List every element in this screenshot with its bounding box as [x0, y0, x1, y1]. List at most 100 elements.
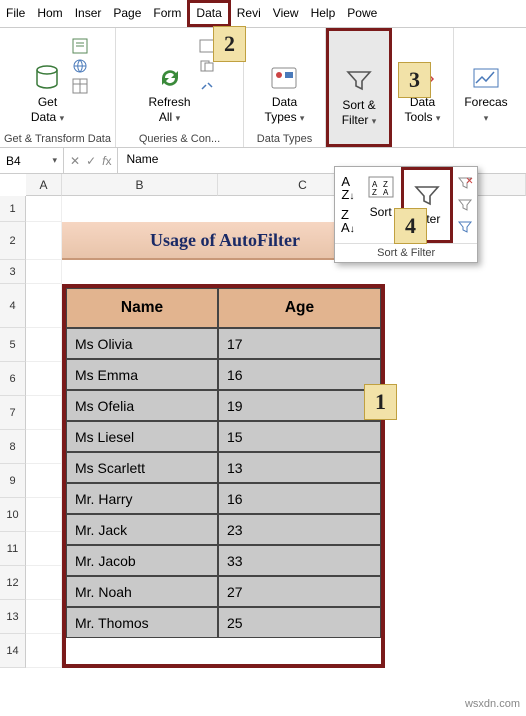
group-data-types: Data Types ▾ Data Types	[244, 28, 326, 147]
cell-name: Mr. Noah	[66, 576, 218, 607]
sort-filter-button[interactable]: Sort & Filter ▾	[338, 37, 381, 129]
header-age[interactable]: Age	[218, 288, 381, 328]
cell-age: 13	[218, 452, 381, 483]
table-row[interactable]: Mr. Jack23	[66, 514, 381, 545]
menu-help[interactable]: Help	[305, 0, 342, 27]
row-head[interactable]: 6	[0, 362, 26, 396]
row-head[interactable]: 2	[0, 222, 26, 260]
menu-home[interactable]: Hom	[31, 0, 68, 27]
menu-page[interactable]: Page	[107, 0, 147, 27]
cell-age: 17	[218, 328, 381, 359]
col-b[interactable]: B	[62, 174, 218, 196]
forecast-label: Forecas▾	[464, 95, 507, 124]
from-table-icon[interactable]	[72, 78, 88, 94]
sort-asc-icon[interactable]: AZ↓	[341, 175, 354, 202]
data-types-icon	[269, 61, 299, 95]
cell-name: Ms Liesel	[66, 421, 218, 452]
table-row[interactable]: Ms Liesel15	[66, 421, 381, 452]
menu-data[interactable]: Data	[187, 0, 230, 27]
reapply-icon[interactable]	[457, 197, 473, 213]
cell-name: Ms Olivia	[66, 328, 218, 359]
funnel-icon	[346, 64, 372, 98]
data-tools-label: Data Tools ▾	[405, 95, 441, 124]
rows: 1 2 Usage of AutoFilter 3 4 5 6 7 8 9 10…	[0, 196, 526, 668]
fx-icon[interactable]: fx	[102, 154, 111, 168]
table-row[interactable]: Mr. Jacob33	[66, 545, 381, 576]
table-row[interactable]: Mr. Thomos25	[66, 607, 381, 638]
get-transform-small	[72, 34, 88, 94]
group-get-transform: Get Data ▾ Get & Transform Data	[0, 28, 116, 147]
ribbon: Get Data ▾ Get & Transform Data Refresh …	[0, 28, 526, 148]
menu-view[interactable]: View	[267, 0, 305, 27]
svg-text:Z: Z	[372, 188, 377, 197]
sort-desc-icon[interactable]: ZA↓	[341, 208, 355, 235]
check-icon[interactable]: ✓	[86, 154, 96, 168]
row-head[interactable]: 13	[0, 600, 26, 634]
menu-insert[interactable]: Inser	[69, 0, 108, 27]
table-row[interactable]: Ms Emma16	[66, 359, 381, 390]
database-icon	[34, 61, 60, 95]
get-data-button[interactable]: Get Data ▾	[27, 34, 68, 126]
badge-1: 1	[364, 384, 397, 420]
menu-power[interactable]: Powe	[341, 0, 383, 27]
badge-3: 3	[398, 62, 431, 98]
svg-text:A: A	[383, 188, 389, 197]
row-head[interactable]: 11	[0, 532, 26, 566]
forecast-icon	[472, 61, 500, 95]
col-a[interactable]: A	[26, 174, 62, 196]
table-row[interactable]: Ms Ofelia19	[66, 390, 381, 421]
cell-age: 27	[218, 576, 381, 607]
row-head[interactable]: 3	[0, 260, 26, 284]
row-head[interactable]: 4	[0, 284, 26, 328]
row-head[interactable]: 9	[0, 464, 26, 498]
group-label-get-transform: Get & Transform Data	[2, 131, 113, 147]
row-head[interactable]: 8	[0, 430, 26, 464]
menu-formulas[interactable]: Form	[147, 0, 187, 27]
menu-review[interactable]: Revi	[231, 0, 267, 27]
cell-name: Mr. Jack	[66, 514, 218, 545]
clear-filter-icon[interactable]	[457, 175, 473, 191]
row-head[interactable]: 10	[0, 498, 26, 532]
edit-links-icon[interactable]	[199, 78, 215, 94]
cell-age: 16	[218, 359, 381, 390]
cell-name: Ms Scarlett	[66, 452, 218, 483]
table-row[interactable]: Mr. Harry16	[66, 483, 381, 514]
row-head[interactable]: 7	[0, 396, 26, 430]
popup-label: Sort & Filter	[335, 243, 477, 262]
row-head[interactable]: 14	[0, 634, 26, 668]
from-text-icon[interactable]	[72, 38, 88, 54]
data-table: Name Age Ms Olivia17 Ms Emma16 Ms Ofelia…	[62, 284, 385, 668]
advanced-icon[interactable]	[457, 219, 473, 235]
row-head[interactable]: 12	[0, 566, 26, 600]
cell-name: Ms Emma	[66, 359, 218, 390]
refresh-all-button[interactable]: Refresh All ▾	[144, 34, 194, 126]
badge-2: 2	[213, 26, 246, 62]
from-web-icon[interactable]	[72, 58, 88, 74]
group-label-data-types: Data Types	[246, 131, 323, 147]
cell-age: 33	[218, 545, 381, 576]
table-row[interactable]: Mr. Noah27	[66, 576, 381, 607]
cell-age: 25	[218, 607, 381, 638]
row-head[interactable]: 1	[0, 196, 26, 222]
sort-label: Sort	[370, 205, 392, 219]
forecast-button[interactable]: Forecas▾	[460, 34, 511, 126]
table-row[interactable]: Ms Olivia17	[66, 328, 381, 359]
cell-age: 15	[218, 421, 381, 452]
name-box-value: B4	[6, 154, 21, 168]
data-types-button[interactable]: Data Types ▾	[261, 34, 309, 126]
sort-dialog-icon[interactable]: AZZA	[367, 175, 395, 199]
cancel-icon[interactable]: ✕	[70, 154, 80, 168]
table-row[interactable]: Ms Scarlett13	[66, 452, 381, 483]
menu-file[interactable]: File	[0, 0, 31, 27]
cell-age: 16	[218, 483, 381, 514]
sort-filter-label: Sort & Filter ▾	[342, 98, 377, 127]
refresh-label: Refresh All ▾	[148, 95, 190, 124]
data-types-label: Data Types ▾	[265, 95, 305, 124]
name-box[interactable]: B4 ▾	[0, 148, 64, 173]
cell-name: Mr. Thomos	[66, 607, 218, 638]
sort-az-col: AZ↓ ZA↓	[335, 167, 361, 243]
row-head[interactable]: 5	[0, 328, 26, 362]
group-sort-filter: Sort & Filter ▾	[326, 28, 392, 147]
get-data-label: Get Data ▾	[31, 95, 64, 124]
header-name[interactable]: Name	[66, 288, 218, 328]
